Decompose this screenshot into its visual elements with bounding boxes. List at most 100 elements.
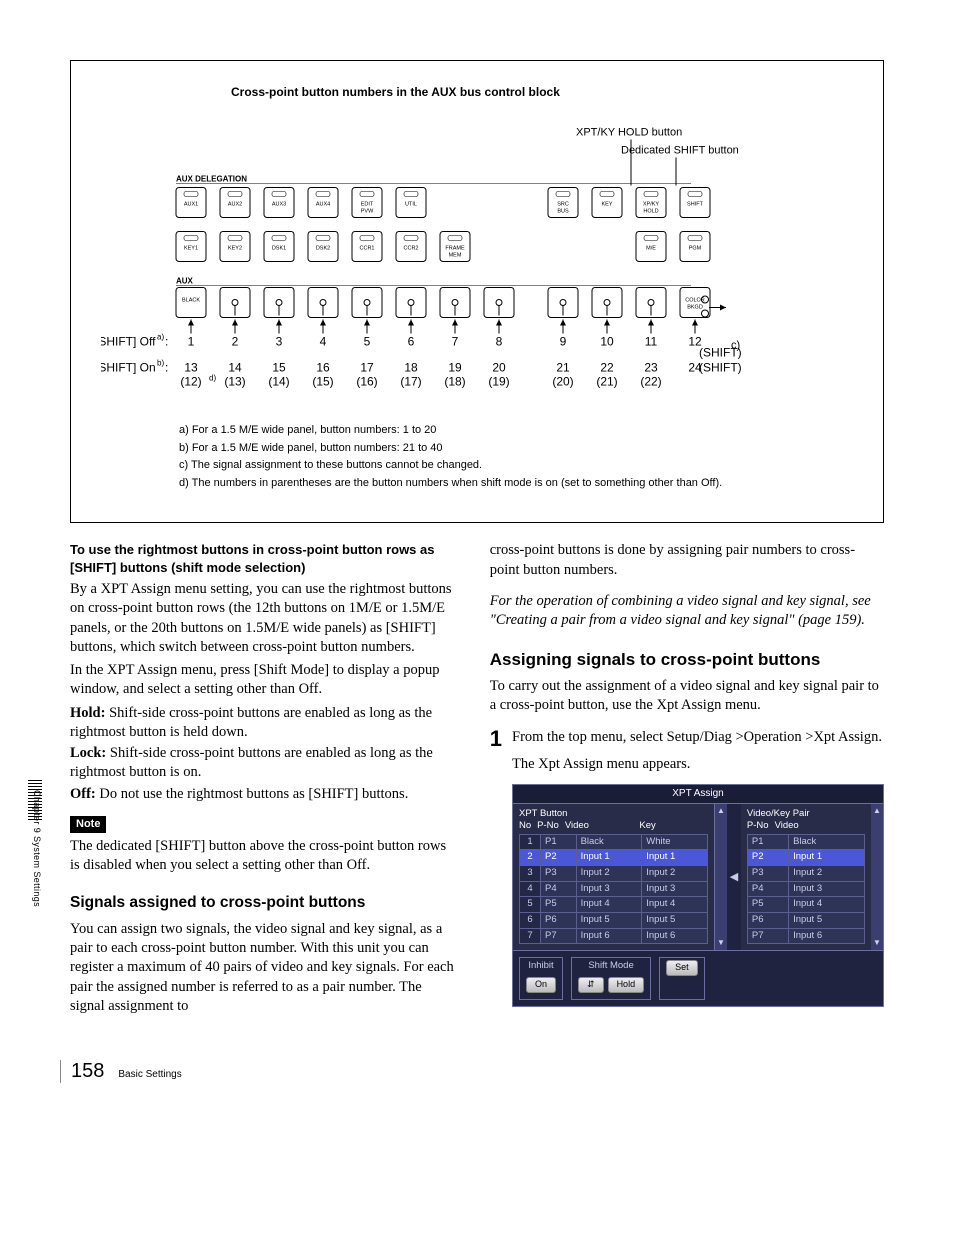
svg-text:5: 5 bbox=[364, 335, 371, 349]
para-2: In the XPT Assign menu, press [Shift Mod… bbox=[70, 661, 454, 700]
step-1-text: From the top menu, select Setup/Diag >Op… bbox=[512, 728, 884, 747]
def-lock: Lock: Shift-side cross-point buttons are… bbox=[70, 744, 454, 783]
svg-text:BLACK: BLACK bbox=[182, 298, 200, 304]
svg-text:21: 21 bbox=[556, 361, 570, 375]
note-b: b) For a 1.5 M/E wide panel, button numb… bbox=[179, 440, 853, 458]
svg-text:13: 13 bbox=[184, 361, 198, 375]
svg-text:SRC: SRC bbox=[557, 202, 569, 208]
svg-text:14: 14 bbox=[228, 361, 242, 375]
svg-text:(22): (22) bbox=[640, 375, 661, 389]
svg-text:Dedicated SHIFT button: Dedicated SHIFT button bbox=[621, 145, 739, 157]
para-1: By a XPT Assign menu setting, you can us… bbox=[70, 580, 454, 657]
svg-text:HOLD: HOLD bbox=[643, 209, 658, 215]
svg-text:23: 23 bbox=[644, 361, 658, 375]
diagram-panel: Cross-point button numbers in the AUX bu… bbox=[70, 60, 884, 523]
svg-text:KEY1: KEY1 bbox=[184, 246, 198, 252]
svg-text:(21): (21) bbox=[596, 375, 617, 389]
svg-text:CCR2: CCR2 bbox=[404, 246, 419, 252]
svg-text:PGM: PGM bbox=[689, 246, 702, 252]
page-footer: 158 Basic Settings bbox=[60, 1060, 884, 1083]
inhibit-on-button[interactable]: On bbox=[526, 977, 556, 993]
signals-heading: Signals assigned to cross-point buttons bbox=[70, 893, 454, 914]
note-badge: Note bbox=[70, 816, 106, 833]
svg-text:(14): (14) bbox=[268, 375, 289, 389]
menu-panel-right: Video/Key Pair P-No Video P1BlackP2Input… bbox=[741, 804, 871, 951]
svg-text:(18): (18) bbox=[444, 375, 465, 389]
menu-title: XPT Assign bbox=[513, 785, 883, 803]
svg-text:AUX1: AUX1 bbox=[184, 202, 198, 208]
para-5: To carry out the assignment of a video s… bbox=[490, 677, 884, 716]
svg-text:DSK2: DSK2 bbox=[316, 246, 330, 252]
para-3: You can assign two signals, the video si… bbox=[70, 920, 454, 1016]
svg-text:KEY: KEY bbox=[601, 202, 612, 208]
diagram-svg: XPT/KY HOLD button Dedicated SHIFT butto… bbox=[101, 121, 861, 404]
step-1-num: 1 bbox=[490, 728, 502, 750]
link-button[interactable]: ⇵ bbox=[578, 977, 604, 993]
transfer-arrow-icon[interactable]: ◀ bbox=[727, 804, 741, 951]
svg-text:10: 10 bbox=[600, 335, 614, 349]
svg-text:AUX2: AUX2 bbox=[228, 202, 242, 208]
page-number: 158 bbox=[71, 1060, 104, 1083]
svg-text::: : bbox=[165, 335, 168, 349]
svg-text:M/E: M/E bbox=[646, 246, 656, 252]
scrollbar-left[interactable]: ▲▼ bbox=[715, 804, 727, 951]
svg-text:DSK1: DSK1 bbox=[272, 246, 286, 252]
svg-text:15: 15 bbox=[272, 361, 286, 375]
xpt-button-table[interactable]: 1P1BlackWhite2P2Input 1Input 13P3Input 2… bbox=[519, 834, 708, 944]
svg-text:KEY2: KEY2 bbox=[228, 246, 242, 252]
svg-text:3: 3 bbox=[276, 335, 283, 349]
svg-text:2: 2 bbox=[232, 335, 239, 349]
svg-text:BKGD: BKGD bbox=[687, 305, 703, 311]
para-4: cross-point buttons is done by assigning… bbox=[490, 541, 884, 580]
svg-text:b): b) bbox=[157, 359, 164, 368]
note-a: a) For a 1.5 M/E wide panel, button numb… bbox=[179, 422, 853, 440]
svg-text:20: 20 bbox=[492, 361, 506, 375]
svg-text:[SHIFT] On: [SHIFT] On bbox=[101, 361, 156, 375]
xpt-assign-menu: XPT Assign XPT Button No P-No Video Key bbox=[512, 784, 884, 1007]
chapter-tab: Chapter 9 System Settings bbox=[32, 790, 42, 907]
shift-mode-heading: To use the rightmost buttons in cross-po… bbox=[70, 541, 454, 576]
hold-button[interactable]: Hold bbox=[608, 977, 645, 993]
svg-text:18: 18 bbox=[404, 361, 418, 375]
svg-text:9: 9 bbox=[560, 335, 567, 349]
set-button[interactable]: Set bbox=[666, 960, 698, 976]
def-hold: Hold: Shift-side cross-point buttons are… bbox=[70, 704, 454, 743]
svg-text:a): a) bbox=[157, 333, 164, 342]
svg-text:AUX3: AUX3 bbox=[272, 202, 286, 208]
svg-text:CCR1: CCR1 bbox=[360, 246, 375, 252]
svg-text:MEM: MEM bbox=[449, 253, 462, 259]
note-text: The dedicated [SHIFT] button above the c… bbox=[70, 837, 454, 876]
svg-text:EDIT: EDIT bbox=[361, 202, 374, 208]
svg-text:(12): (12) bbox=[180, 375, 201, 389]
assign-heading: Assigning signals to cross-point buttons bbox=[490, 649, 884, 672]
shift-mode-group: Shift Mode ⇵ Hold bbox=[571, 957, 651, 1000]
menu-panel-left: XPT Button No P-No Video Key 1P1BlackWhi… bbox=[513, 804, 715, 951]
note-d: d) The numbers in parentheses are the bu… bbox=[179, 475, 853, 493]
left-column: To use the rightmost buttons in cross-po… bbox=[70, 541, 454, 1020]
set-group: Set bbox=[659, 957, 705, 1000]
svg-text:(19): (19) bbox=[488, 375, 509, 389]
svg-text:19: 19 bbox=[448, 361, 462, 375]
svg-text:UTIL: UTIL bbox=[405, 202, 417, 208]
svg-text:4: 4 bbox=[320, 335, 327, 349]
svg-text:(SHIFT): (SHIFT) bbox=[699, 361, 742, 375]
svg-text:AUX: AUX bbox=[176, 277, 194, 286]
svg-text:(13): (13) bbox=[224, 375, 245, 389]
scrollbar-right[interactable]: ▲▼ bbox=[871, 804, 883, 951]
svg-text:d): d) bbox=[209, 374, 216, 383]
svg-text::: : bbox=[165, 361, 168, 375]
svg-text:SHIFT: SHIFT bbox=[687, 202, 704, 208]
svg-text:FRAME: FRAME bbox=[445, 246, 465, 252]
right-column: cross-point buttons is done by assigning… bbox=[490, 541, 884, 1020]
svg-text:8: 8 bbox=[496, 335, 503, 349]
xref: For the operation of combining a video s… bbox=[490, 592, 884, 631]
svg-text:22: 22 bbox=[600, 361, 614, 375]
svg-text:XPT/KY HOLD button: XPT/KY HOLD button bbox=[576, 127, 682, 139]
pair-table[interactable]: P1BlackP2Input 1P3Input 2P4Input 3P5Inpu… bbox=[747, 834, 865, 944]
step-1-result: The Xpt Assign menu appears. bbox=[512, 755, 884, 774]
svg-text:(17): (17) bbox=[400, 375, 421, 389]
svg-text:17: 17 bbox=[360, 361, 374, 375]
footer-label: Basic Settings bbox=[118, 1069, 181, 1080]
svg-text:[SHIFT] Off: [SHIFT] Off bbox=[101, 335, 156, 349]
svg-text:(20): (20) bbox=[552, 375, 573, 389]
